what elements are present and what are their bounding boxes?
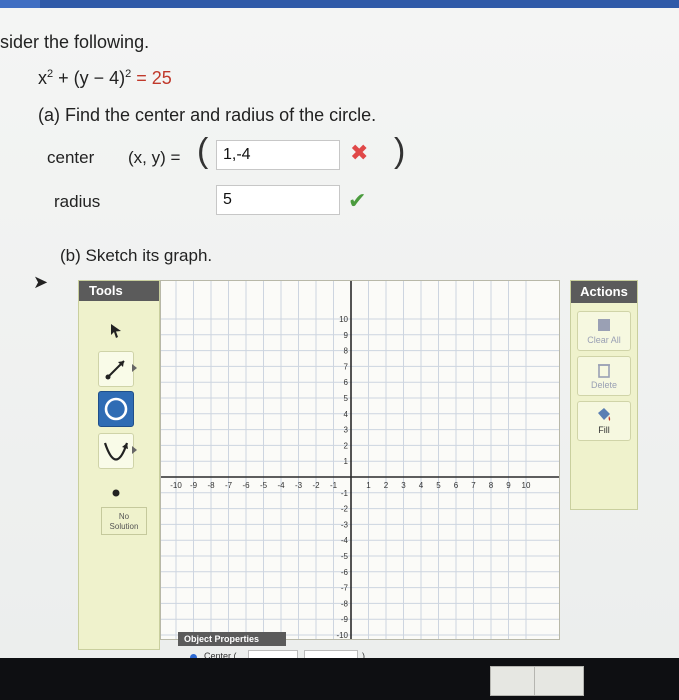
y-tick-label: -6	[341, 568, 349, 577]
clear-all-label: Clear All	[587, 335, 621, 345]
x-tick-label: 6	[454, 481, 459, 490]
y-tick-label: -2	[341, 505, 349, 514]
fill-bucket-icon	[598, 408, 611, 421]
pointer-tool[interactable]	[98, 313, 134, 349]
graph-svg[interactable]: -10 -9 -8 -7 -6 -5 -4 -3 -2 -1 1 2 3 4 5 6 7 8 9 10 10 9 8 7 6 5 4…	[161, 281, 559, 640]
y-tick-label: -8	[341, 599, 349, 608]
instruction-text: sider the following.	[0, 32, 150, 52]
line-tool-more-icon[interactable]	[132, 364, 137, 372]
y-tick-label: 8	[344, 347, 349, 356]
mouse-cursor-icon: ➤	[33, 272, 49, 292]
x-tick-label: 3	[401, 481, 406, 490]
circle-tool[interactable]	[98, 391, 134, 427]
equation-rhs: = 25	[131, 68, 172, 88]
y-tick-label: -7	[341, 584, 349, 593]
y-tick-label: 6	[344, 378, 349, 387]
close-paren: )	[394, 132, 406, 170]
x-tick-label: -8	[207, 481, 215, 490]
equation-mid: + (y − 4)	[53, 68, 126, 88]
tools-header: Tools	[79, 281, 159, 301]
trash-icon	[598, 364, 610, 378]
y-tick-label: 2	[344, 441, 349, 450]
x-tick-label: 9	[506, 481, 511, 490]
y-tick-label: -9	[341, 615, 349, 624]
correct-icon: ✔	[348, 188, 367, 213]
clear-all-button[interactable]: Clear All	[577, 311, 631, 351]
y-tick-label: 5	[344, 394, 349, 403]
tools-panel: Tools No Solution	[78, 280, 160, 650]
point-tool[interactable]	[98, 475, 134, 511]
y-tick-label: 10	[339, 315, 348, 324]
y-tick-label: -4	[341, 536, 349, 545]
top-tab	[0, 0, 40, 8]
part-b-prompt: (b) Sketch its graph.	[60, 246, 213, 265]
x-tick-label: 8	[489, 481, 494, 490]
center-input[interactable]: 1,-4	[216, 140, 340, 170]
x-tick-label: 7	[471, 481, 476, 490]
fill-label: Fill	[598, 425, 610, 435]
delete-label: Delete	[590, 380, 617, 390]
object-properties-header: Object Properties	[178, 632, 286, 646]
x-tick-label: -7	[225, 481, 233, 490]
actions-panel: Actions Clear All Delete Fill	[570, 280, 638, 510]
y-tick-label: 3	[344, 426, 349, 435]
y-tick-label: 1	[344, 457, 349, 466]
submit-button[interactable]	[490, 666, 540, 696]
equation-x: x	[38, 68, 47, 88]
y-tick-label: -1	[341, 489, 349, 498]
delete-button[interactable]: Delete	[577, 356, 631, 396]
no-solution-line2: Solution	[109, 522, 139, 531]
circle-icon	[104, 397, 128, 421]
clear-all-icon	[598, 319, 610, 331]
parabola-tool[interactable]	[98, 433, 137, 469]
no-solution-button[interactable]: No Solution	[101, 507, 147, 535]
radius-input[interactable]: 5	[216, 185, 340, 215]
radius-label: radius	[54, 192, 101, 211]
incorrect-icon: ✖	[350, 140, 369, 165]
open-paren: (	[197, 132, 209, 170]
actions-header: Actions	[571, 281, 637, 303]
y-tick-label: -3	[341, 520, 349, 529]
x-tick-label: -9	[190, 481, 198, 490]
y-tick-label: 7	[344, 362, 349, 371]
pointer-icon	[111, 324, 121, 338]
fill-button[interactable]: Fill	[577, 401, 631, 441]
equation: x2 + (y − 4)2 = 25	[38, 68, 172, 89]
x-tick-label: -2	[312, 481, 320, 490]
no-solution-line1: No	[118, 512, 130, 521]
parabola-tool-more-icon[interactable]	[132, 446, 137, 454]
top-bar	[0, 0, 679, 8]
xy-label: (x, y) =	[128, 148, 181, 167]
point-icon	[112, 489, 120, 497]
x-tick-label: 1	[366, 481, 371, 490]
x-tick-label: -3	[295, 481, 303, 490]
y-tick-label: 4	[344, 410, 349, 419]
x-tick-label: 5	[436, 481, 441, 490]
y-tick-label: -5	[341, 552, 349, 561]
x-tick-label: 4	[419, 481, 424, 490]
graph-canvas[interactable]: -10 -9 -8 -7 -6 -5 -4 -3 -2 -1 1 2 3 4 5 6 7 8 9 10 10 9 8 7 6 5 4…	[160, 280, 560, 640]
y-tick-label: 9	[344, 331, 349, 340]
x-tick-label: -10	[170, 481, 182, 490]
x-tick-label: -1	[330, 481, 338, 490]
x-tick-label: -5	[260, 481, 268, 490]
x-tick-label: -6	[242, 481, 250, 490]
center-label: center	[47, 148, 95, 167]
x-tick-label: -4	[277, 481, 285, 490]
line-tool[interactable]	[98, 351, 137, 387]
line-icon	[105, 360, 125, 380]
part-a-prompt: (a) Find the center and radius of the ci…	[38, 105, 377, 125]
parabola-icon	[103, 442, 129, 461]
next-button[interactable]	[534, 666, 584, 696]
x-tick-label: 10	[522, 481, 531, 490]
x-tick-label: 2	[384, 481, 389, 490]
